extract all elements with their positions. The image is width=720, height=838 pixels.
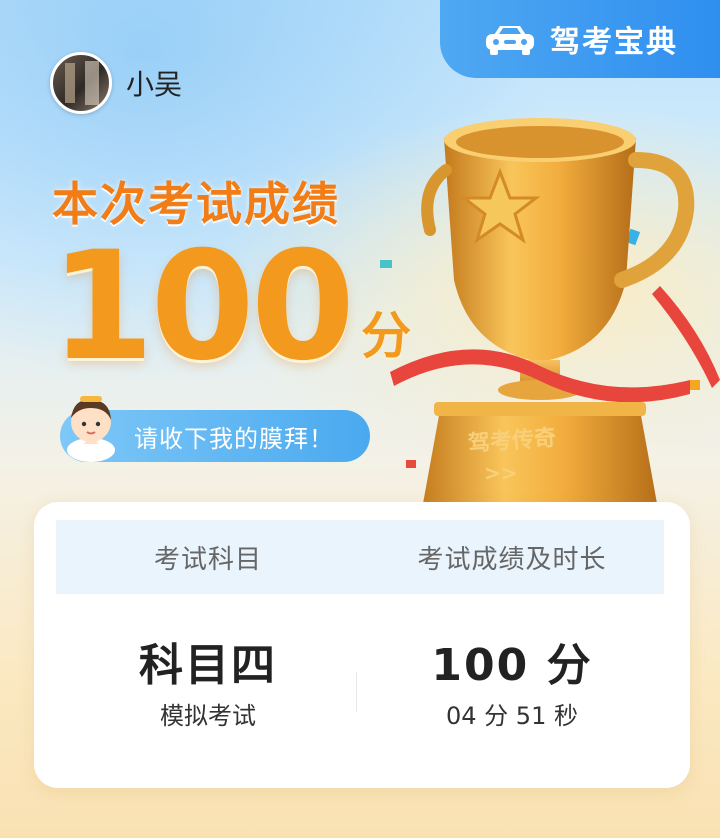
score-cell: 100 分 04 分 51 秒 <box>360 640 664 752</box>
trophy-icon: 驾考传奇 >> <box>380 118 720 520</box>
subject-cell: 科目四 模拟考试 <box>56 640 360 752</box>
duration-value: 04 分 51 秒 <box>446 702 578 731</box>
result-table-row: 科目四 模拟考试 100 分 04 分 51 秒 <box>56 640 664 752</box>
cheer-bubble: 请收下我的膜拜！ <box>60 396 370 462</box>
brand-name: 驾考宝典 <box>550 25 678 60</box>
header-score-duration: 考试成绩及时长 <box>417 544 607 575</box>
score-result: 100 分 <box>431 640 593 691</box>
result-table-header: 考试科目 考试成绩及时长 <box>56 520 664 594</box>
subject-value: 科目四 <box>139 640 277 691</box>
car-icon <box>486 26 534 55</box>
score-display: 100 分 <box>50 232 411 382</box>
result-card: 考试科目 考试成绩及时长 科目四 模拟考试 100 分 04 分 51 秒 <box>34 502 690 788</box>
trophy-plate-arrows: >> <box>484 461 518 485</box>
score-value: 100 <box>50 220 355 394</box>
brand-badge: 驾考宝典 <box>440 0 720 78</box>
child-mascot-icon <box>67 396 115 462</box>
column-divider <box>356 672 357 712</box>
user-info: 小吴 <box>50 52 182 114</box>
subject-type: 模拟考试 <box>160 702 256 731</box>
header-subject: 考试科目 <box>153 544 262 575</box>
avatar[interactable] <box>50 52 112 114</box>
username: 小吴 <box>126 68 183 101</box>
cheer-text: 请收下我的膜拜！ <box>134 424 334 453</box>
